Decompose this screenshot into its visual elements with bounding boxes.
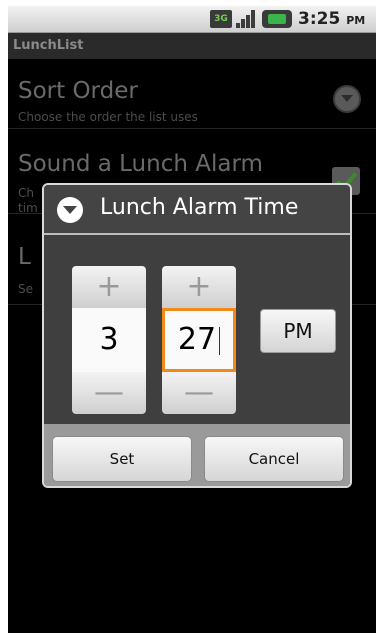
pref-title: Sort Order: [18, 78, 138, 104]
minute-value: 27: [177, 322, 217, 357]
minute-field[interactable]: 27: [162, 308, 236, 372]
alarm-time-icon: [57, 197, 83, 223]
network-3g-icon: 3G: [210, 10, 232, 28]
pref-summary: Choose the order the list uses: [18, 110, 198, 124]
status-time: 3:25: [298, 9, 341, 29]
time-picker-dialog: Lunch Alarm Time + 3 — + 27 — PM Set Can…: [42, 183, 352, 488]
pref-summary-line2: tim: [18, 201, 38, 215]
dialog-header: Lunch Alarm Time: [44, 185, 350, 235]
dropdown-arrow-icon: [333, 85, 361, 113]
pref-title: Sound a Lunch Alarm: [18, 151, 263, 177]
dialog-title: Lunch Alarm Time: [100, 195, 299, 220]
hour-field[interactable]: 3: [72, 308, 146, 372]
phone-screen: 3G 3:25 PM LunchList Sort Order Choose t…: [8, 6, 376, 633]
signal-strength-icon: [236, 10, 256, 28]
pref-title: L: [18, 244, 31, 270]
set-button[interactable]: Set: [52, 436, 192, 482]
status-bar: 3G 3:25 PM: [8, 6, 376, 33]
cancel-button[interactable]: Cancel: [204, 436, 344, 482]
minute-decrement-button[interactable]: —: [162, 372, 236, 414]
battery-icon: [262, 10, 292, 28]
ampm-toggle-button[interactable]: PM: [260, 309, 336, 353]
app-title: LunchList: [13, 38, 84, 53]
pref-sort-order[interactable]: Sort Order Choose the order the list use…: [8, 60, 376, 129]
text-cursor: [219, 326, 221, 355]
minute-increment-button[interactable]: +: [162, 266, 236, 308]
status-clock: 3:25 PM: [298, 9, 365, 29]
status-ampm: PM: [346, 14, 366, 27]
hour-increment-button[interactable]: +: [72, 266, 146, 308]
hour-picker: + 3 —: [72, 266, 146, 414]
hour-decrement-button[interactable]: —: [72, 372, 146, 414]
pref-summary: Ch: [18, 186, 34, 200]
app-title-bar: LunchList: [8, 33, 376, 59]
minute-picker: + 27 —: [162, 266, 236, 414]
pref-summary: Se: [18, 282, 33, 296]
dialog-button-bar: Set Cancel: [44, 424, 350, 486]
